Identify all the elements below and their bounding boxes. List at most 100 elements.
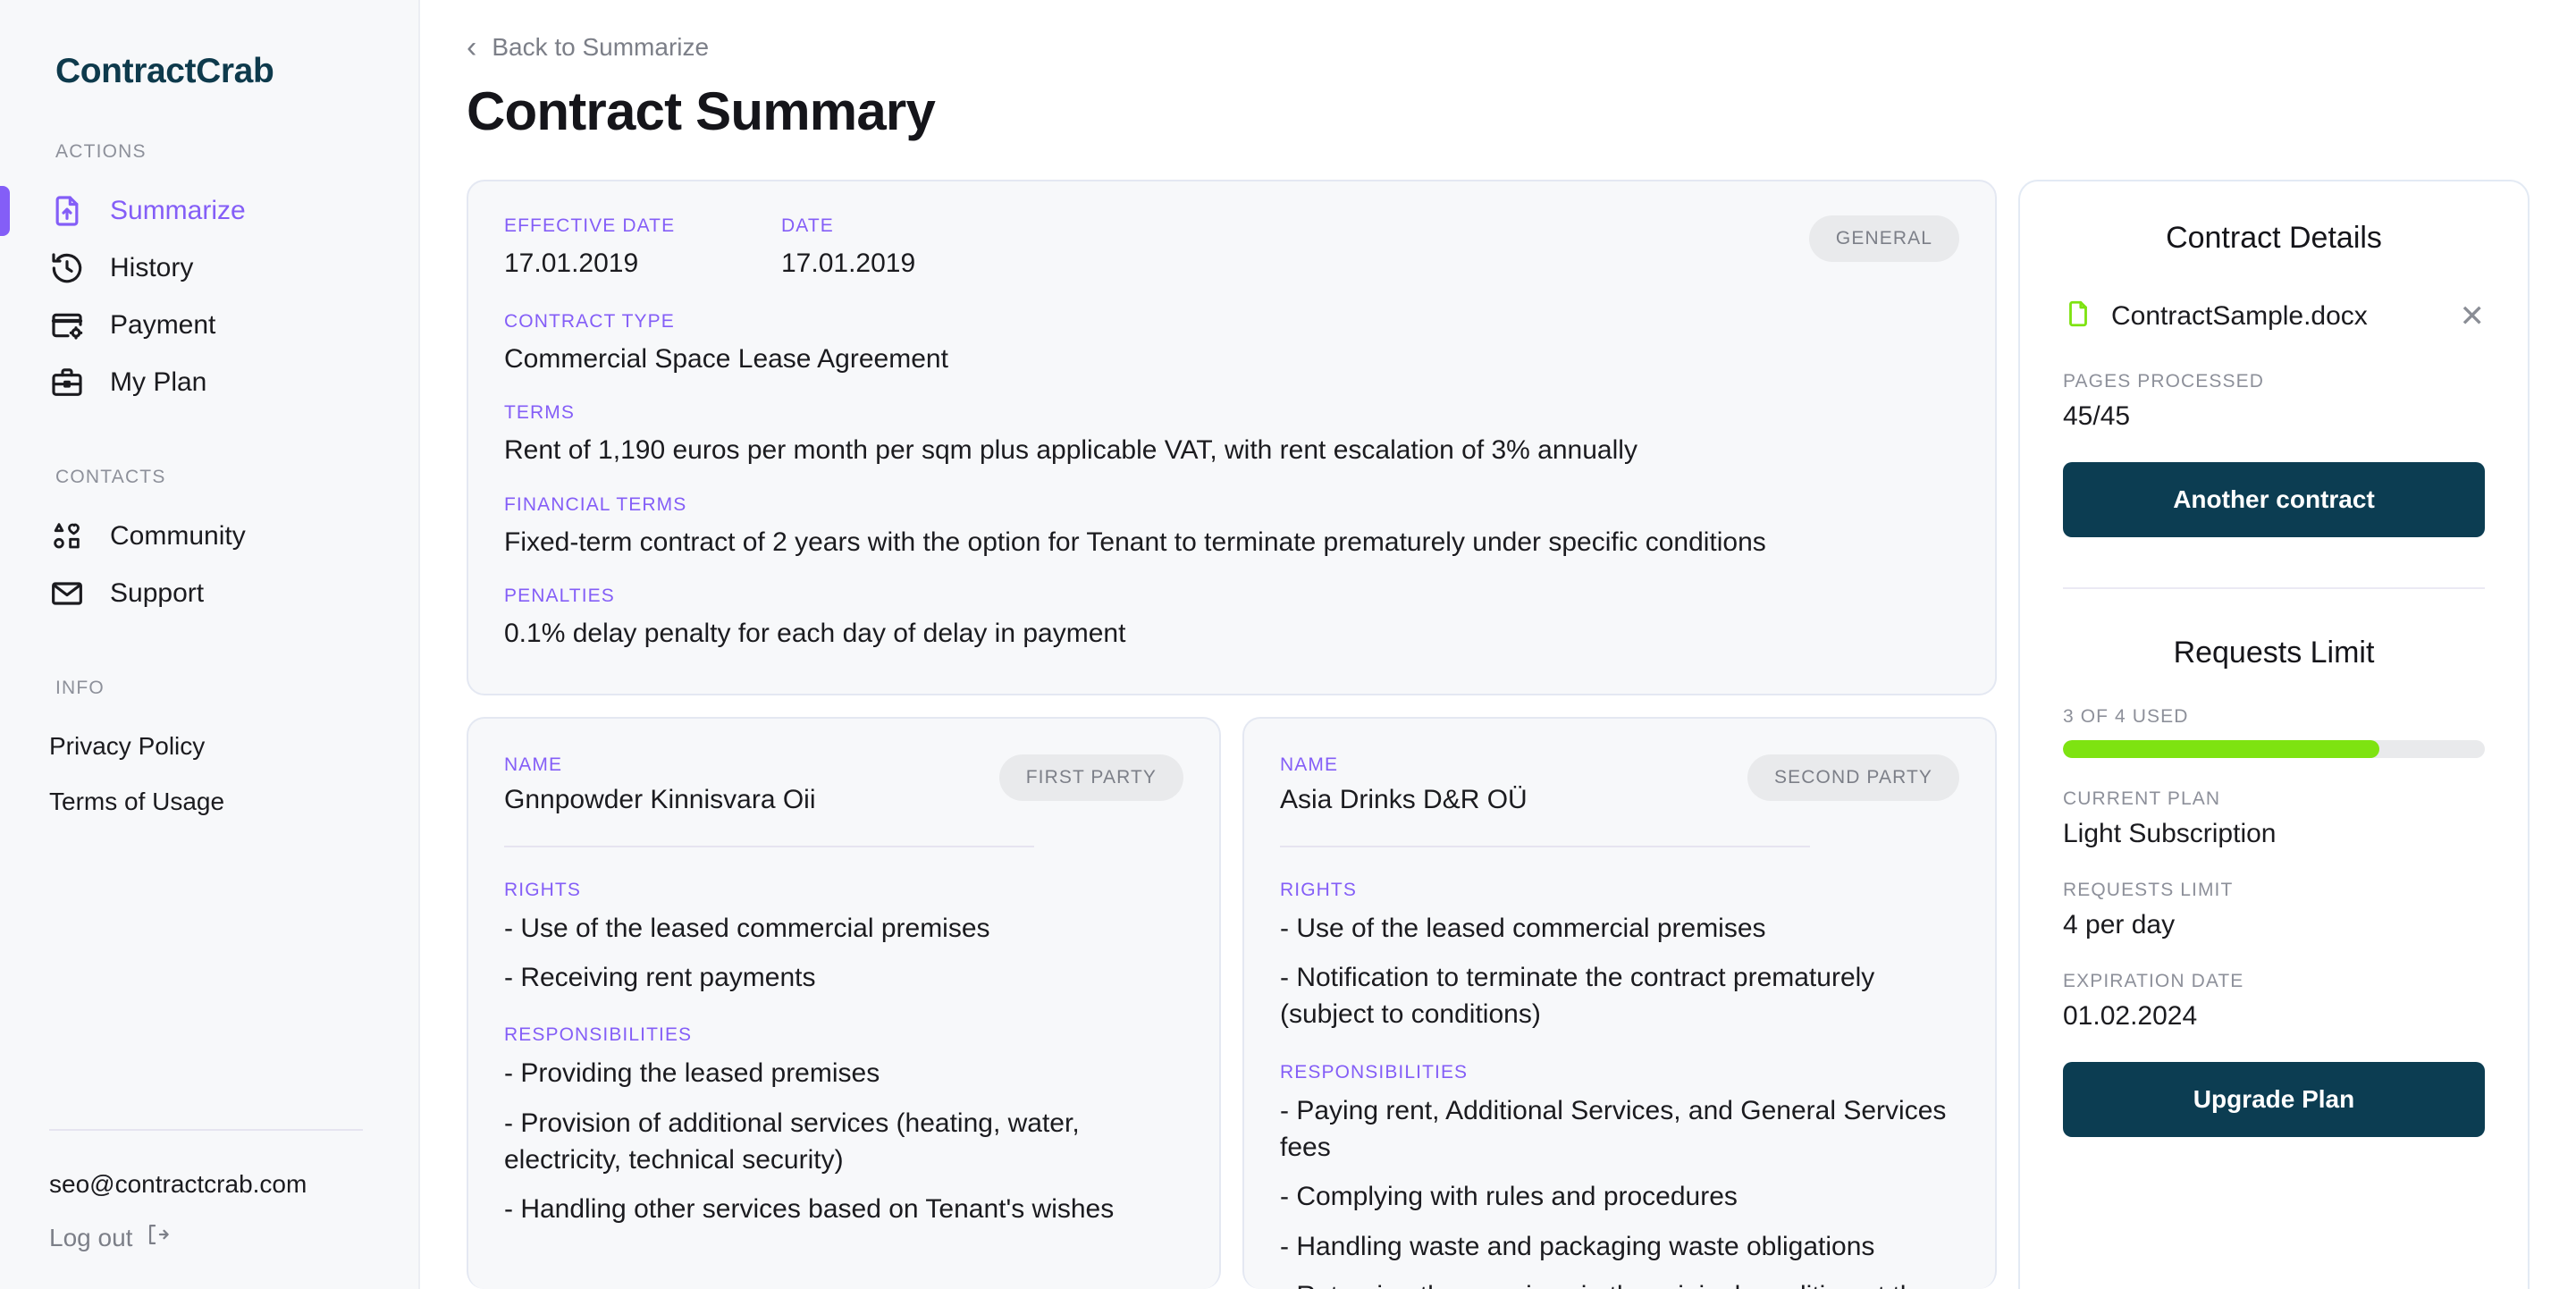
list-item: - Handling waste and packaging waste obl…	[1280, 1231, 1875, 1261]
left-column: GENERAL EFFECTIVE DATE 17.01.2019 DATE 1…	[467, 180, 1997, 1289]
panel-divider	[2063, 587, 2485, 589]
sidebar-link-privacy-policy[interactable]: Privacy Policy	[0, 719, 418, 774]
date-field: DATE 17.01.2019	[781, 215, 1058, 282]
requests-limit-value: 4 per day	[2063, 910, 2176, 939]
effective-date-value: 17.01.2019	[504, 249, 639, 278]
party-rights-list: - Use of the leased commercial premises …	[1280, 910, 1959, 1033]
file-name: ContractSample.docx	[2111, 300, 2368, 331]
app-root: ContractCrab ACTIONS Summarize History P…	[0, 0, 2576, 1289]
contract-type-value: Commercial Space Lease Agreement	[504, 343, 948, 374]
requests-limit-title: Requests Limit	[2173, 636, 2375, 670]
sidebar-section-info-label: INFO	[55, 678, 105, 698]
contract-summary-card: GENERAL EFFECTIVE DATE 17.01.2019 DATE 1…	[467, 180, 1997, 695]
list-item: - Returning the premises in the original…	[1280, 1277, 1959, 1289]
contract-type-label: CONTRACT TYPE	[504, 310, 675, 332]
user-email: seo@contractcrab.com	[49, 1170, 307, 1198]
party-responsibilities-block: RESPONSIBILITIES - Paying rent, Addition…	[1280, 1062, 1959, 1289]
sidebar-group-contacts: Community Support	[0, 508, 418, 622]
financial-terms-value: Fixed-term contract of 2 years with the …	[504, 527, 1766, 557]
penalties-label: PENALTIES	[504, 586, 615, 606]
sidebar-section-contacts-label: CONTACTS	[55, 467, 166, 487]
list-item: - Receiving rent payments	[504, 962, 816, 992]
credit-card-gear-icon	[49, 308, 85, 343]
sidebar-item-label: Payment	[110, 310, 216, 340]
logout-icon	[145, 1222, 170, 1253]
sidebar-item-history[interactable]: History	[0, 240, 418, 297]
another-contract-button[interactable]: Another contract	[2063, 462, 2485, 537]
back-to-summarize-link[interactable]: ‹ Back to Summarize	[467, 32, 2530, 63]
penalties-field: PENALTIES 0.1% delay penalty for each da…	[504, 586, 1959, 653]
chevron-left-icon: ‹	[467, 30, 477, 64]
envelope-icon	[49, 576, 85, 611]
requests-limit-label: REQUESTS LIMIT	[2063, 880, 2234, 900]
parties-row: FIRST PARTY NAME Gnnpowder Kinnisvara Oi…	[467, 716, 1997, 1289]
briefcase-icon	[49, 365, 85, 400]
close-icon[interactable]: ✕	[2460, 301, 2486, 332]
sidebar-item-payment[interactable]: Payment	[0, 297, 418, 354]
expiration-date-label: EXPIRATION DATE	[2063, 971, 2244, 991]
sidebar-divider	[49, 1129, 363, 1131]
panel-title: Contract Details	[2166, 221, 2382, 255]
current-plan-field: CURRENT PLAN Light Subscription	[2063, 788, 2485, 849]
pages-processed-field: PAGES PROCESSED 45/45	[2063, 371, 2485, 432]
list-item: - Complying with rules and procedures	[1280, 1182, 1738, 1212]
status-badge-first-party: FIRST PARTY	[998, 754, 1183, 801]
first-party-card: FIRST PARTY NAME Gnnpowder Kinnisvara Oi…	[467, 716, 1221, 1289]
party-responsibilities-block: RESPONSIBILITIES - Providing the leased …	[504, 1024, 1183, 1228]
main-content: ‹ Back to Summarize Contract Summary GEN…	[420, 0, 2576, 1289]
sidebar-section-actions-label: ACTIONS	[55, 141, 147, 162]
sidebar-item-community[interactable]: Community	[0, 508, 418, 565]
sidebar-item-support[interactable]: Support	[0, 565, 418, 622]
shapes-icon	[49, 518, 85, 554]
party-responsibilities-list: - Paying rent, Additional Services, and …	[1280, 1092, 1959, 1289]
uploaded-file-row: ContractSample.docx ✕	[2063, 299, 2485, 333]
sidebar-item-label: Support	[110, 578, 205, 608]
file-icon	[2063, 299, 2093, 333]
content-row: GENERAL EFFECTIVE DATE 17.01.2019 DATE 1…	[467, 180, 2530, 1289]
second-party-card: SECOND PARTY NAME Asia Drinks D&R OÜ RIG…	[1242, 716, 1997, 1289]
sidebar-group-actions: Summarize History Payment My Plan	[0, 182, 418, 411]
party-responsibilities-label: RESPONSIBILITIES	[504, 1024, 693, 1046]
party-rights-label: RIGHTS	[1280, 879, 1357, 900]
list-item: - Providing the leased premises	[504, 1058, 880, 1089]
financial-terms-label: FINANCIAL TERMS	[504, 493, 687, 515]
contract-type-field: CONTRACT TYPE Commercial Space Lease Agr…	[504, 311, 1959, 378]
terms-field: TERMS Rent of 1,190 euros per month per …	[504, 402, 1959, 469]
party-responsibilities-list: - Providing the leased premises - Provis…	[504, 1055, 1183, 1228]
sidebar-item-summarize[interactable]: Summarize	[0, 182, 418, 240]
list-item: - Handling other services based on Tenan…	[504, 1194, 1115, 1225]
sidebar-item-label: Summarize	[110, 196, 246, 225]
app-logo: ContractCrab	[55, 52, 274, 90]
party-divider	[504, 845, 1034, 847]
requests-limit-field: REQUESTS LIMIT 4 per day	[2063, 880, 2485, 940]
sidebar: ContractCrab ACTIONS Summarize History P…	[0, 0, 420, 1289]
financial-terms-field: FINANCIAL TERMS Fixed-term contract of 2…	[504, 494, 1959, 561]
status-badge-second-party: SECOND PARTY	[1747, 754, 1959, 801]
status-badge-general: GENERAL	[1808, 215, 1959, 262]
usage-label: 3 OF 4 USED	[2063, 706, 2189, 727]
back-link-label: Back to Summarize	[492, 33, 710, 61]
history-clock-icon	[49, 250, 85, 286]
list-item: - Provision of additional services (heat…	[504, 1108, 1080, 1175]
expiration-date-field: EXPIRATION DATE 01.02.2024	[2063, 971, 2485, 1032]
effective-date-label: EFFECTIVE DATE	[504, 215, 676, 236]
sidebar-link-terms-of-usage[interactable]: Terms of Usage	[0, 774, 418, 830]
effective-date-field: EFFECTIVE DATE 17.01.2019	[504, 215, 781, 282]
sidebar-item-my-plan[interactable]: My Plan	[0, 354, 418, 411]
sidebar-item-label: Community	[110, 521, 246, 551]
usage-progress-bar	[2063, 740, 2485, 758]
page-title: Contract Summary	[467, 81, 936, 141]
logout-button[interactable]: Log out	[0, 1222, 418, 1253]
penalties-value: 0.1% delay penalty for each day of delay…	[504, 619, 1126, 648]
pages-processed-label: PAGES PROCESSED	[2063, 371, 2265, 392]
terms-label: TERMS	[504, 402, 575, 423]
upgrade-plan-button[interactable]: Upgrade Plan	[2063, 1062, 2485, 1137]
sidebar-item-label: My Plan	[110, 367, 207, 397]
date-label: DATE	[781, 215, 834, 236]
file-upload-icon	[49, 193, 85, 229]
pages-processed-value: 45/45	[2063, 401, 2131, 431]
list-item: - Use of the leased commercial premises	[1280, 913, 1766, 943]
current-plan-value: Light Subscription	[2063, 819, 2277, 848]
logout-label: Log out	[49, 1223, 133, 1251]
list-item: - Paying rent, Additional Services, and …	[1280, 1095, 1947, 1163]
